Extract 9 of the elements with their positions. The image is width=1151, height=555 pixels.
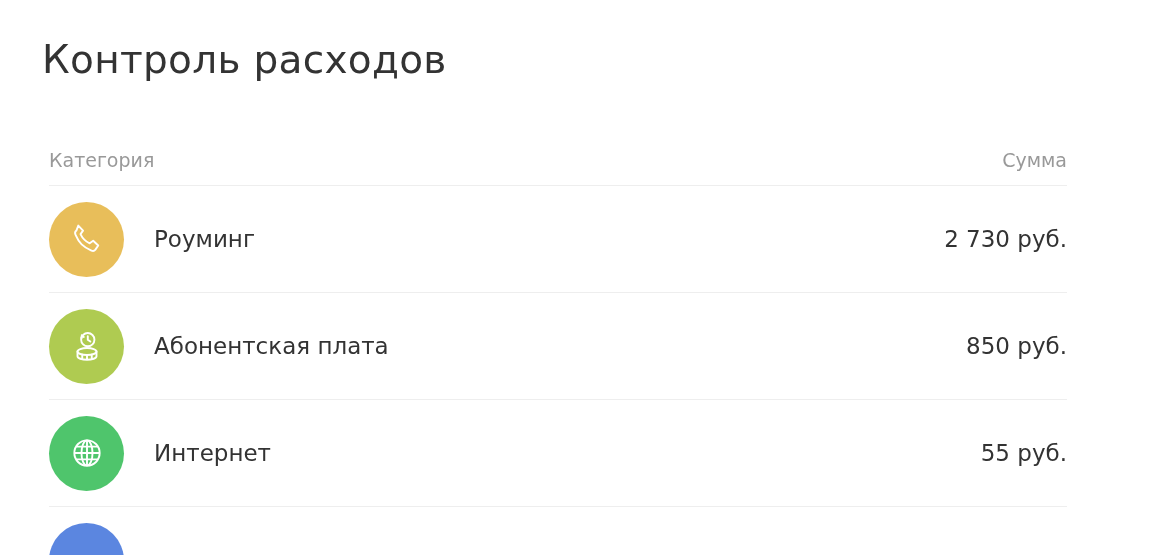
amount: 55 руб. [980, 440, 1067, 466]
category-name: Интернет [154, 440, 272, 466]
category-name: Абонентская плата [154, 333, 390, 359]
category-name: Роуминг [154, 226, 256, 252]
amount: 850 руб. [966, 333, 1067, 359]
column-header: Сумма [1002, 149, 1067, 173]
amount: 2 730 руб. [944, 226, 1067, 252]
page-title: Контроль расходов [42, 36, 448, 84]
column-header: Категория [49, 149, 155, 173]
